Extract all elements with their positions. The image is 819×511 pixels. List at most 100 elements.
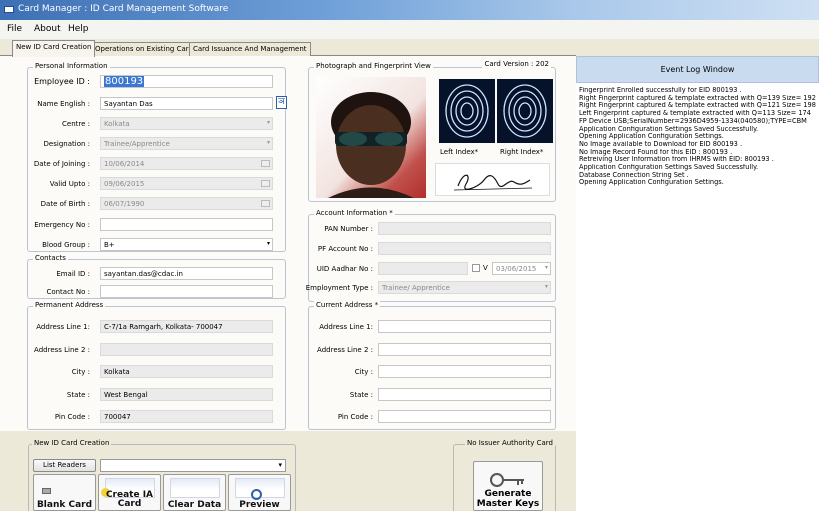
perm-line1-field[interactable]: C-7/1a Ramgarh, Kolkata- 700047 — [100, 320, 273, 333]
centre-select[interactable]: Kolkata ▾ — [100, 117, 273, 130]
tab-new-id-card[interactable]: New ID Card Creation — [12, 40, 96, 57]
perm-line2-field[interactable] — [100, 343, 273, 356]
card-version: Card Version : 202 — [482, 60, 551, 68]
log-line: FP Device USB;SerialNumber=2936D4959-133… — [579, 117, 807, 125]
calendar-icon — [261, 160, 270, 167]
designation-select[interactable]: Trainee/Apprentice ▾ — [100, 137, 273, 150]
uid-field[interactable] — [378, 262, 468, 275]
blood-group-value: B+ — [104, 241, 115, 249]
uid-verified-checkbox[interactable] — [472, 264, 480, 272]
perm-pin-field[interactable]: 700047 — [100, 410, 273, 423]
tab-existing-card[interactable]: Operations on Existing Card — [91, 42, 197, 56]
blood-group-label: Blood Group : — [42, 241, 90, 249]
photo-fingerprint-group: Photograph and Fingerprint View Card Ver… — [308, 60, 556, 202]
log-line: No Image Record Found for this EID : 800… — [579, 148, 733, 156]
left-index-label: Left Index* — [440, 148, 479, 156]
pan-field[interactable] — [378, 222, 551, 235]
card-preview-icon — [170, 478, 220, 498]
menu-bar: File About Help — [0, 20, 819, 39]
curr-state-field[interactable] — [378, 388, 551, 401]
pf-field[interactable] — [378, 242, 551, 255]
name-field[interactable]: Sayantan Das — [100, 97, 273, 110]
list-readers-button[interactable]: List Readers — [33, 459, 96, 472]
valid-upto-datepicker[interactable]: 09/06/2015 — [100, 177, 273, 190]
curr-pin-label: Pin Code : — [337, 413, 373, 421]
valid-upto-label: Valid Upto : — [49, 180, 90, 188]
curr-state-label: State : — [349, 391, 373, 399]
generate-master-keys-button[interactable]: Generate Master Keys — [473, 461, 543, 511]
title-bar: Card Manager : ID Card Management Softwa… — [0, 0, 819, 20]
designation-value: Trainee/Apprentice — [104, 140, 170, 148]
no-issuer-label: No Issuer Authority Card — [465, 439, 555, 447]
emergency-label: Emergency No : — [34, 221, 90, 229]
permanent-address-group: Permanent Address Address Line 1: C-7/1a… — [27, 301, 286, 430]
key-icon — [490, 473, 524, 487]
log-line: Right Fingerprint captured & template ex… — [579, 102, 816, 110]
blank-card-button[interactable]: Blank Card — [33, 474, 96, 511]
curr-line2-field[interactable] — [378, 343, 551, 356]
preview-button[interactable]: Preview — [228, 474, 291, 511]
uid-date-picker[interactable]: 03/06/2015 ▾ — [492, 262, 551, 275]
curr-city-field[interactable] — [378, 365, 551, 378]
perm-state-field[interactable]: West Bengal — [100, 388, 273, 401]
calendar-icon — [261, 180, 270, 187]
create-ia-card-button[interactable]: Create IA Card — [98, 474, 161, 511]
perm-line1-label: Address Line 1: — [36, 323, 90, 331]
signature-image — [435, 163, 550, 196]
valid-upto-value: 09/06/2015 — [104, 180, 145, 188]
create-ia-card-label: Create IA Card — [105, 490, 154, 509]
translate-icon[interactable]: ञ — [276, 96, 287, 109]
clear-data-button[interactable]: Clear Data — [163, 474, 226, 511]
log-line: Retreiving User Information from IHRMS w… — [579, 156, 774, 164]
account-info-title: Account Information * — [314, 209, 395, 217]
email-label: Email ID : — [56, 270, 90, 278]
curr-line2-label: Address Line 2 : — [317, 346, 373, 354]
curr-line1-field[interactable] — [378, 320, 551, 333]
doj-value: 10/06/2014 — [104, 160, 145, 168]
clear-data-label: Clear Data — [167, 500, 222, 510]
log-line: Application Configuration Settings Saved… — [579, 164, 759, 172]
employee-photo — [316, 77, 426, 198]
curr-pin-field[interactable] — [378, 410, 551, 423]
centre-value: Kolkata — [104, 120, 130, 128]
chevron-down-icon: ▾ — [266, 139, 270, 146]
chip-icon — [42, 488, 51, 494]
employee-id-field[interactable]: 800193 — [100, 75, 273, 88]
chevron-down-icon: ▾ — [278, 461, 282, 469]
doj-datepicker[interactable]: 10/06/2014 — [100, 157, 273, 170]
current-address-group: Current Address * Address Line 1: Addres… — [308, 301, 556, 430]
emergency-field[interactable] — [100, 218, 273, 231]
window-title: Card Manager : ID Card Management Softwa… — [18, 4, 229, 14]
contacts-group: Contacts Email ID : sayantan.das@cdac.in… — [27, 254, 286, 299]
personal-info-title: Personal Information — [33, 62, 110, 70]
perm-line2-label: Address Line 2 : — [34, 346, 90, 354]
tab-card-issuance[interactable]: Card Issuance And Management — [189, 42, 311, 56]
dob-datepicker[interactable]: 06/07/1990 — [100, 197, 273, 210]
menu-file[interactable]: File — [7, 24, 22, 34]
employment-type-select[interactable]: Trainee/ Apprentice ▾ — [378, 281, 551, 294]
calendar-icon — [261, 200, 270, 207]
uid-label: UID Aadhar No : — [316, 265, 373, 273]
perm-city-field[interactable]: Kolkata — [100, 365, 273, 378]
contact-field[interactable] — [100, 285, 273, 298]
reader-select[interactable]: ▾ — [100, 459, 286, 472]
dob-label: Date of Birth : — [40, 200, 90, 208]
menu-help[interactable]: Help — [68, 24, 89, 34]
pan-label: PAN Number : — [324, 225, 373, 233]
log-line: Left Fingerprint captured & template ext… — [579, 110, 811, 118]
contact-label: Contact No : — [46, 288, 90, 296]
creation-title: New ID Card Creation — [32, 439, 112, 447]
menu-about[interactable]: About — [34, 24, 61, 34]
employment-type-value: Trainee/ Apprentice — [382, 284, 450, 292]
event-log-panel: Event Log Window Fingerprint Enrolled su… — [576, 56, 819, 511]
log-line: Right Fingerprint captured & template ex… — [579, 94, 816, 102]
right-index-label: Right Index* — [500, 148, 544, 156]
name-label: Name English : — [37, 100, 90, 108]
tab-strip: New ID Card Creation Operations on Exist… — [0, 39, 576, 57]
card-creation-panel: New ID Card Creation List Readers ▾ Blan… — [0, 431, 576, 511]
chevron-down-icon: ▾ — [544, 283, 548, 290]
perm-state-label: State : — [66, 391, 90, 399]
curr-line1-label: Address Line 1: — [319, 323, 373, 331]
blood-group-select[interactable]: B+ ▾ — [100, 238, 273, 251]
email-field[interactable]: sayantan.das@cdac.in — [100, 267, 273, 280]
